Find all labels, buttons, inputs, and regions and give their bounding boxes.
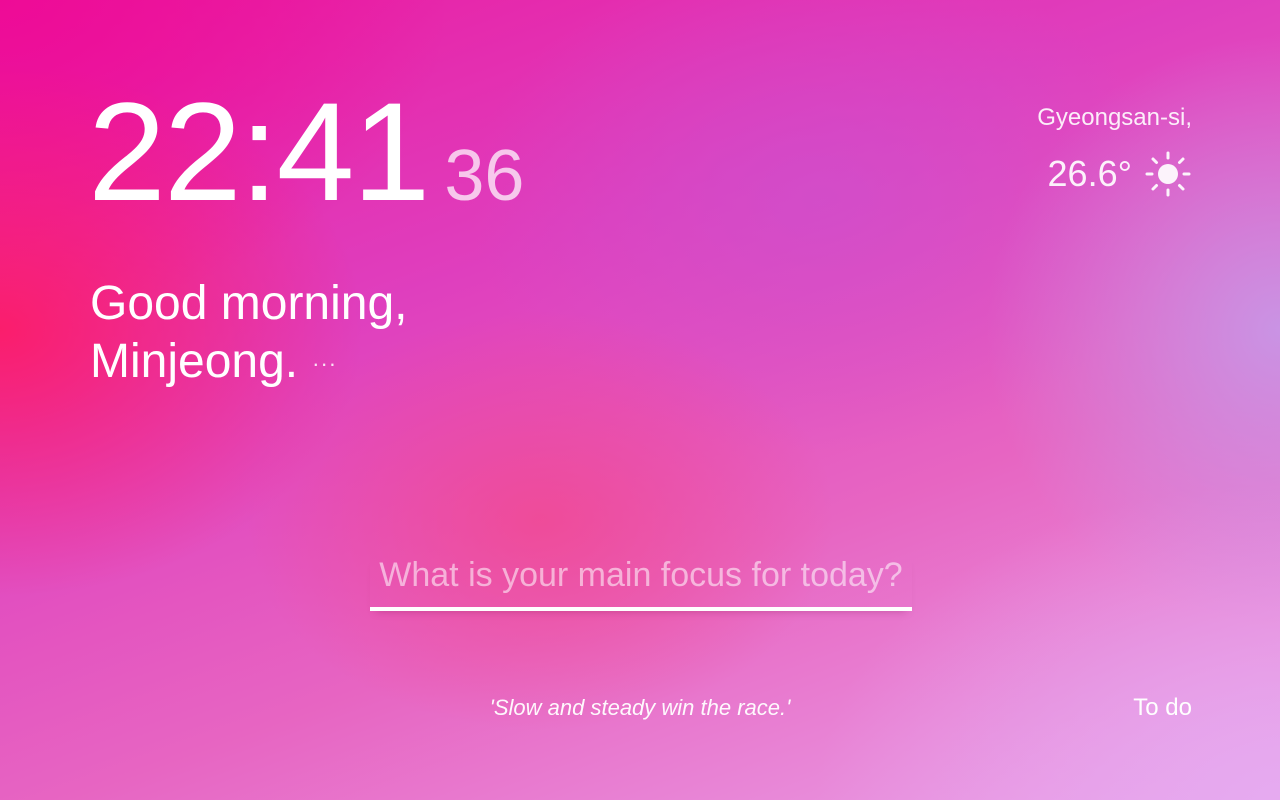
focus-prompt [370,556,912,611]
greeting-line-2: Minjeong. ··· [90,333,408,393]
greeting: Good morning, Minjeong. ··· [90,275,408,393]
weather-row: 26.6° [1037,150,1192,198]
clock-seconds: 36 [444,136,525,216]
more-options-button[interactable]: ··· [312,335,337,393]
clock: 22:41 36 [88,82,524,222]
weather-temperature: 26.6° [1047,153,1132,194]
user-name: Minjeong. [90,335,299,388]
weather-widget[interactable]: Gyeongsan-si, 26.6° [1037,104,1192,198]
sun-icon [1145,151,1191,197]
greeting-line-1: Good morning, [90,277,408,330]
todo-button[interactable]: To do [1133,694,1192,722]
clock-time: 22:41 [88,73,430,230]
weather-location: Gyeongsan-si, [1037,104,1192,131]
daily-quote: 'Slow and steady win the race.' [489,695,791,720]
focus-input[interactable] [370,556,912,611]
